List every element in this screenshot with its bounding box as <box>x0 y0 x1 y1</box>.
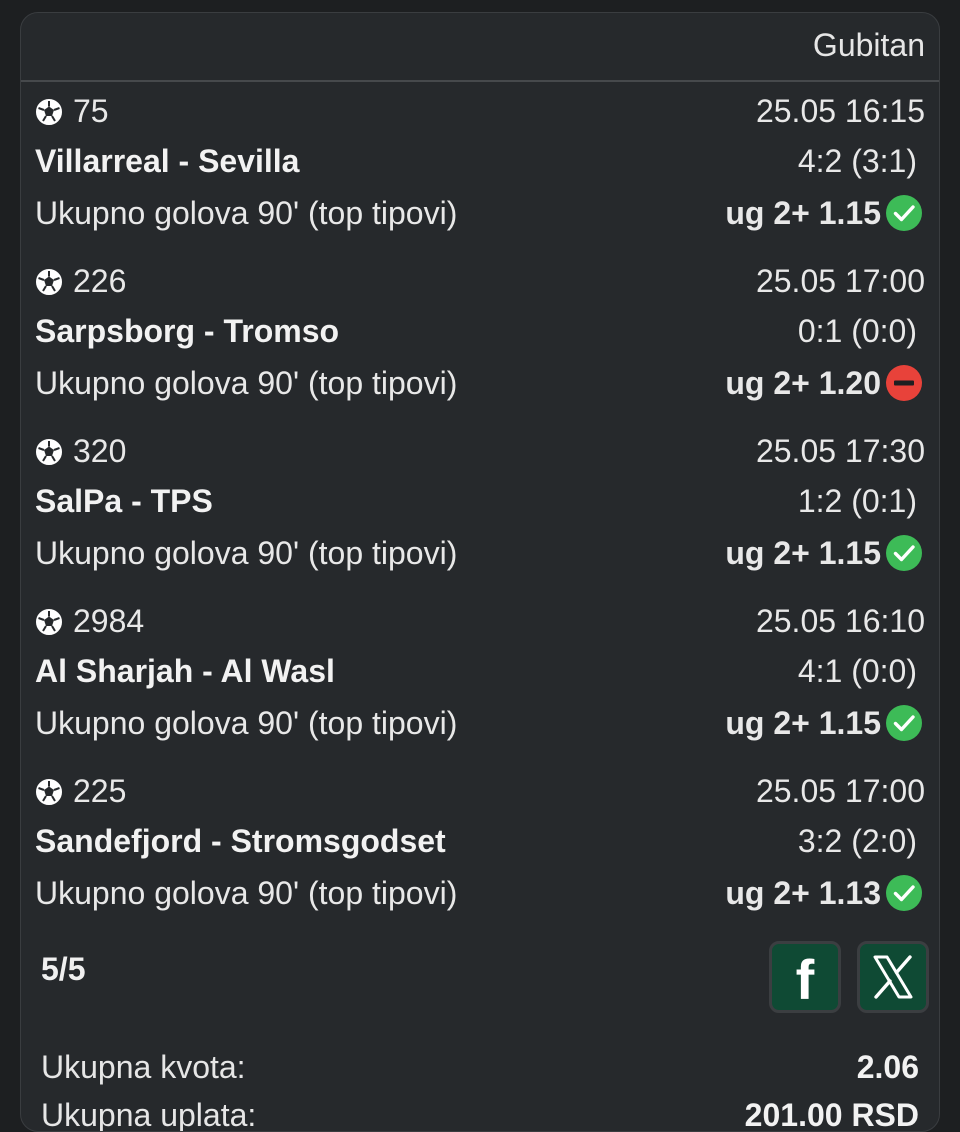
match-score: 1:2 (0:1) <box>797 483 917 519</box>
match-item[interactable]: 75 25.05 16:15 Villarreal - Sevilla 4:2 … <box>21 91 939 261</box>
match-market: Ukupno golova 90' (top tipovi) <box>35 535 458 571</box>
match-market: Ukupno golova 90' (top tipovi) <box>35 195 458 231</box>
share-facebook-button[interactable]: f <box>769 941 841 1013</box>
match-datetime: 25.05 16:10 <box>755 603 925 639</box>
match-datetime: 25.05 17:30 <box>755 433 925 469</box>
match-teams: Sarpsborg - Tromso <box>35 313 340 349</box>
soccer-ball-icon <box>36 438 62 465</box>
ticket-status: Gubitan <box>812 27 925 63</box>
ticket-card: Gubitan 75 25.05 16:15 Villarreal - Sevi… <box>20 12 940 1132</box>
match-pick: ug 2+ 1.13 <box>725 875 881 911</box>
match-code: 320 <box>73 433 127 469</box>
match-item[interactable]: 225 25.05 17:00 Sandefjord - Stromsgodse… <box>21 771 939 941</box>
total-stake-label: Ukupna uplata: <box>41 1097 257 1132</box>
match-item[interactable]: 2984 25.05 16:10 Al Sharjah - Al Wasl 4:… <box>21 601 939 771</box>
soccer-ball-icon <box>36 268 62 295</box>
facebook-icon: f <box>795 948 815 1011</box>
match-item[interactable]: 320 25.05 17:30 SalPa - TPS 1:2 (0:1) Uk… <box>21 431 939 601</box>
match-code: 226 <box>73 263 127 299</box>
minus-circle-icon <box>886 365 922 401</box>
match-datetime: 25.05 17:00 <box>755 773 925 809</box>
match-teams: SalPa - TPS <box>35 483 213 519</box>
match-count: 5/5 <box>41 951 86 987</box>
check-circle-icon <box>886 195 922 231</box>
match-teams: Al Sharjah - Al Wasl <box>35 653 335 689</box>
match-pick: ug 2+ 1.20 <box>725 365 881 401</box>
match-pick: ug 2+ 1.15 <box>725 535 881 571</box>
match-score: 3:2 (2:0) <box>797 823 917 859</box>
check-circle-icon <box>886 705 922 741</box>
match-market: Ukupno golova 90' (top tipovi) <box>35 705 458 741</box>
check-circle-icon <box>886 535 922 571</box>
x-icon <box>873 955 913 999</box>
match-code: 225 <box>73 773 127 809</box>
match-score: 4:1 (0:0) <box>797 653 917 689</box>
match-score: 0:1 (0:0) <box>797 313 917 349</box>
check-circle-icon <box>886 875 922 911</box>
match-market: Ukupno golova 90' (top tipovi) <box>35 875 458 911</box>
total-odds-label: Ukupna kvota: <box>41 1049 246 1085</box>
share-x-button[interactable] <box>857 941 929 1013</box>
soccer-ball-icon <box>36 608 62 635</box>
match-market: Ukupno golova 90' (top tipovi) <box>35 365 458 401</box>
match-teams: Sandefjord - Stromsgodset <box>35 823 446 859</box>
match-item[interactable]: 226 25.05 17:00 Sarpsborg - Tromso 0:1 (… <box>21 261 939 431</box>
total-stake-value: 201.00 RSD <box>744 1097 919 1132</box>
ticket-header: Gubitan <box>21 13 939 82</box>
match-datetime: 25.05 17:00 <box>755 263 925 299</box>
match-code: 2984 <box>73 603 145 639</box>
soccer-ball-icon <box>36 98 62 125</box>
match-pick: ug 2+ 1.15 <box>725 705 881 741</box>
match-datetime: 25.05 16:15 <box>755 93 925 129</box>
soccer-ball-icon <box>36 778 62 805</box>
match-pick: ug 2+ 1.15 <box>725 195 881 231</box>
match-code: 75 <box>73 93 109 129</box>
match-teams: Villarreal - Sevilla <box>35 143 300 179</box>
match-score: 4:2 (3:1) <box>797 143 917 179</box>
total-odds-value: 2.06 <box>856 1049 919 1085</box>
